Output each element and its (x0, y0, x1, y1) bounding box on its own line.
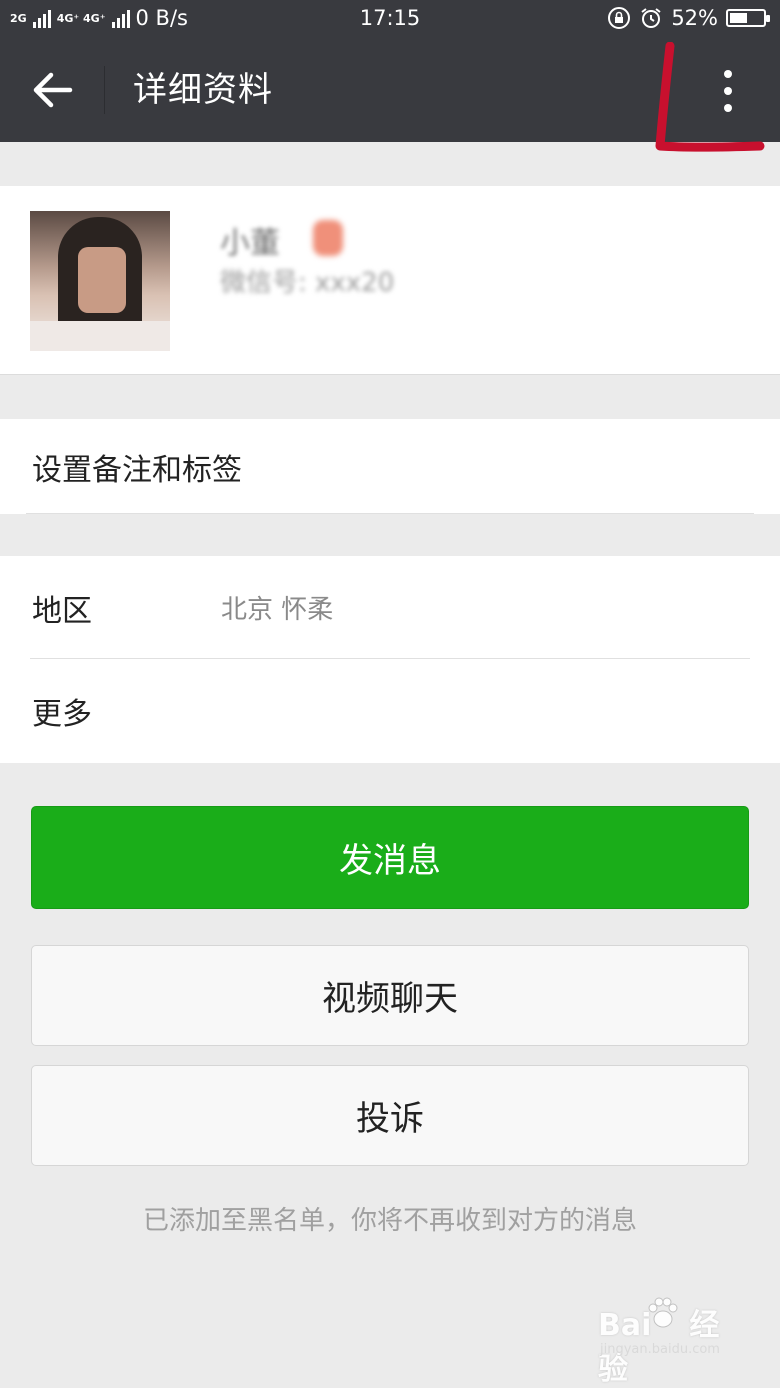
send-message-button[interactable]: 发消息 (31, 806, 749, 909)
paw-icon (648, 1297, 678, 1328)
report-button[interactable]: 投诉 (31, 1065, 749, 1166)
status-bar: 2G 4G⁺ 4G⁺ 0 B/s 17:15 52% (0, 0, 780, 38)
battery-percent: 52% (671, 6, 718, 30)
remark-row[interactable]: 设置备注和标签 (0, 419, 780, 514)
title-divider (104, 66, 105, 114)
region-value: 北京 怀柔 (221, 595, 334, 625)
region-label: 地区 (32, 594, 92, 629)
divider (26, 513, 754, 514)
divider (30, 658, 750, 659)
avatar[interactable] (30, 211, 170, 351)
arrow-left-icon (33, 72, 73, 108)
info-card: 地区 北京 怀柔 更多 (0, 556, 780, 763)
system-icons: 52% (607, 6, 770, 30)
rotation-lock-icon (608, 7, 631, 29)
page-title: 详细资料 (133, 70, 273, 110)
watermark-url: jingyan.baidu.com (600, 1342, 720, 1357)
annotation-highlight (655, 42, 765, 152)
battery-icon (726, 9, 770, 27)
wechat-id: 微信号: xxx20 (220, 268, 395, 298)
back-button[interactable] (22, 60, 82, 120)
nickname: 小董 (220, 226, 280, 261)
baidu-watermark: Bai 经验 jingyan.baidu.com (598, 1296, 748, 1387)
video-chat-button[interactable]: 视频聊天 (31, 945, 749, 1046)
alarm-icon (641, 8, 661, 28)
blacklist-notice: 已添加至黑名单，你将不再收到对方的消息 (142, 1206, 637, 1236)
remark-label: 设置备注和标签 (32, 453, 242, 488)
gender-icon (313, 220, 343, 256)
more-row[interactable]: 更多 (32, 689, 92, 733)
